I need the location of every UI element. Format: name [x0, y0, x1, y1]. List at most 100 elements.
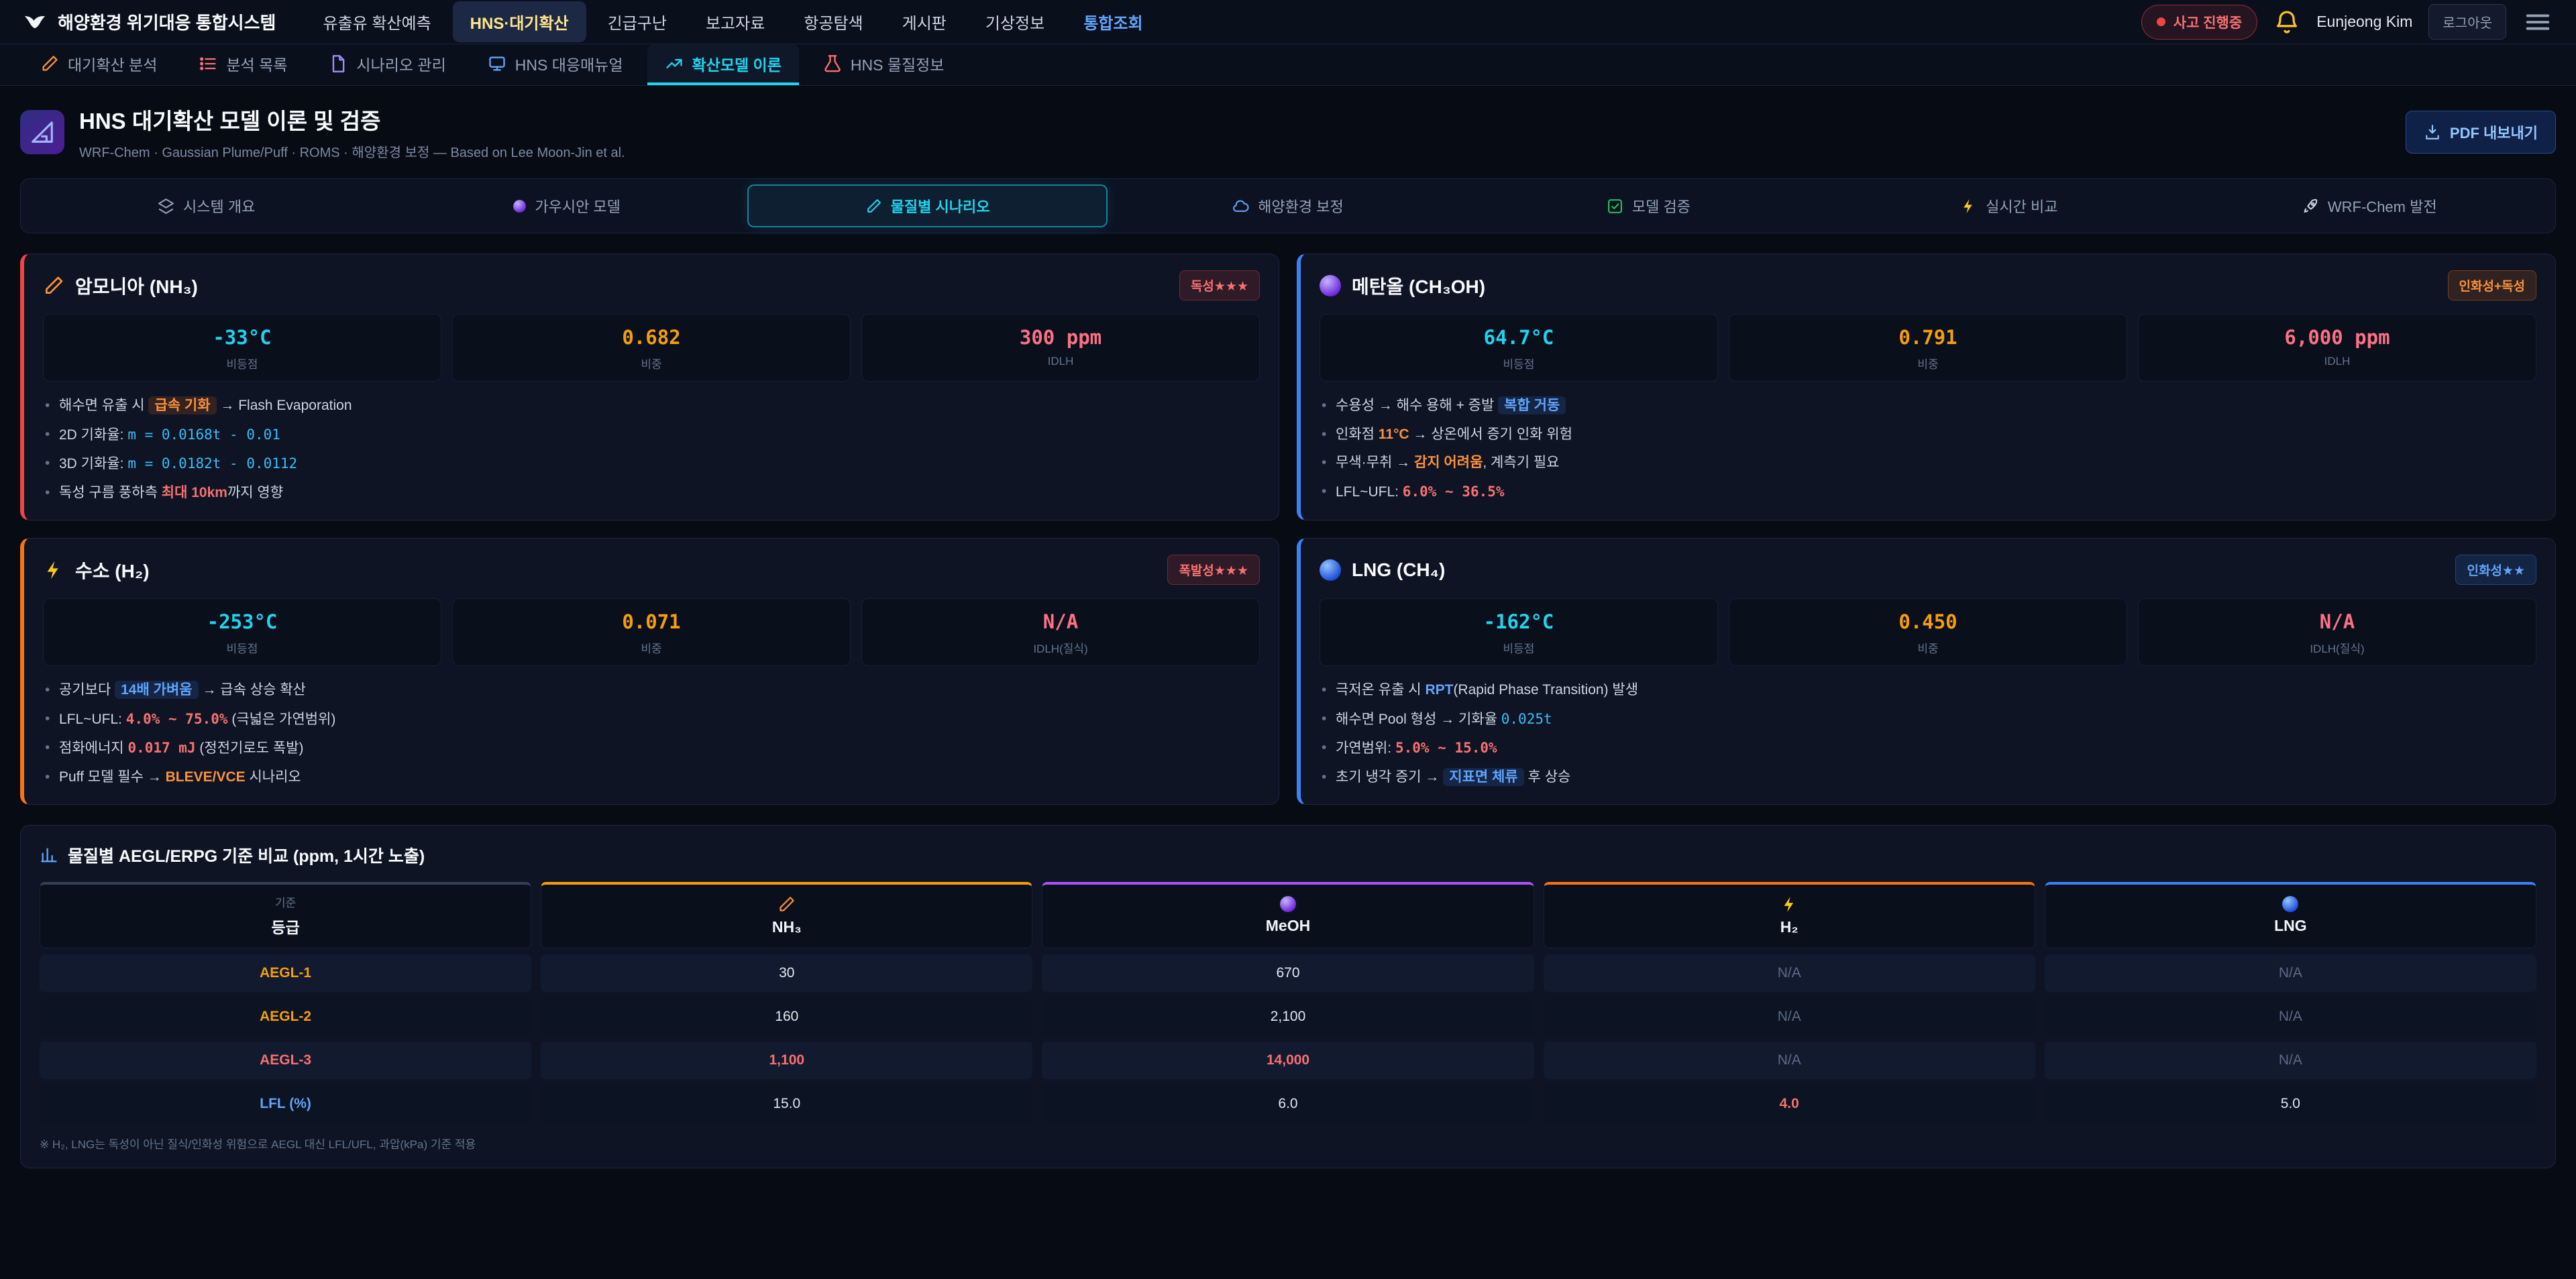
section-tab-gaussian-model[interactable]: 가우시안 모델	[386, 184, 747, 227]
stat-value: 0.450	[1736, 610, 2120, 633]
bullet-point: 극저온 유출 시 RPT(Rapid Phase Transition) 발생	[1320, 679, 2536, 702]
hazard-badge: 독성★★★	[1179, 270, 1260, 300]
table-footnote: ※ H₂, LNG는 독성이 아닌 질식/인화성 위험으로 AEGL 대신 LF…	[40, 1135, 2536, 1152]
brand[interactable]: 해양환경 위기대응 통합시스템	[23, 9, 276, 34]
column-header-criteria: 기준 등급	[40, 882, 531, 948]
stat-label: IDLH	[2145, 355, 2529, 368]
substance-title: LNG (CH₄)	[1352, 559, 1445, 581]
stat-boiling-point: 64.7°C 비등점	[1320, 314, 1718, 382]
cell-value: 160	[541, 998, 1032, 1036]
cell-value: 14,000	[1042, 1042, 1534, 1079]
column-header-h2: H₂	[1544, 882, 2035, 948]
table-row-aegl2: AEGL-2 160 2,100 N/A N/A	[40, 998, 2536, 1036]
wing-logo-icon	[23, 10, 47, 34]
stat-value: 300 ppm	[869, 326, 1252, 349]
tab-label: 확산모델 이론	[692, 52, 782, 75]
bullet-point: 독성 구름 풍하측 최대 10km까지 영향	[43, 482, 1260, 504]
main-content: HNS 대기확산 모델 이론 및 검증 WRF-Chem · Gaussian …	[0, 86, 2576, 1168]
incident-status-badge[interactable]: 사고 진행중	[2141, 5, 2257, 40]
tab-scenario-management[interactable]: 시나리오 관리	[311, 44, 463, 85]
menu-item-integrated-search[interactable]: 통합조회	[1066, 1, 1160, 42]
section-tab-label: 모델 검증	[1632, 195, 1690, 217]
section-tab-substance-scenarios[interactable]: 물질별 시나리오	[747, 184, 1108, 227]
bullet-point: 해수면 Pool 형성 → 기화율 0.025t	[1320, 708, 2536, 731]
column-header-meoh: MeOH	[1042, 882, 1534, 948]
row-label: AEGL-2	[40, 998, 531, 1036]
tab-hns-response-manual[interactable]: HNS 대응매뉴얼	[470, 44, 641, 85]
menu-item-reports[interactable]: 보고자료	[688, 1, 782, 42]
tab-hns-substance-info[interactable]: HNS 물질정보	[806, 44, 962, 85]
pdf-export-button[interactable]: PDF 내보내기	[2406, 111, 2556, 154]
stat-value: -253°C	[50, 610, 434, 633]
column-label: NH₃	[772, 918, 802, 936]
menu-item-weather[interactable]: 기상정보	[968, 1, 1062, 42]
menu-item-board[interactable]: 게시판	[885, 1, 964, 42]
purple-sphere-icon	[1280, 896, 1296, 912]
cell-value: N/A	[2045, 1042, 2536, 1079]
bullet-point: 인화점 11°C → 상온에서 증기 인화 위험	[1320, 424, 2536, 446]
top-navigation-bar: 해양환경 위기대응 통합시스템 유출유 확산예측 HNS·대기확산 긴급구난 보…	[0, 0, 2576, 44]
sub-navigation-tabs: 대기확산 분석 분석 목록 시나리오 관리 HNS 대응매뉴얼 확산모델 이론 …	[0, 44, 2576, 86]
stat-boiling-point: -162°C 비등점	[1320, 598, 1718, 666]
menu-item-oil-spill-prediction[interactable]: 유출유 확산예측	[305, 1, 448, 42]
tab-analysis-list[interactable]: 분석 목록	[181, 44, 305, 85]
menu-item-hns-atmospheric[interactable]: HNS·대기확산	[453, 1, 586, 42]
stat-label: IDLH(질식)	[2145, 639, 2529, 656]
cell-value: 1,100	[541, 1042, 1032, 1079]
hazard-badge: 인화성★★	[2455, 555, 2536, 585]
blue-sphere-icon	[2282, 896, 2298, 912]
cell-value: 5.0	[2045, 1085, 2536, 1123]
column-label: LNG	[2274, 917, 2307, 935]
row-label: AEGL-1	[40, 954, 531, 992]
monitor-icon	[488, 54, 506, 73]
hamburger-menu-icon[interactable]	[2522, 7, 2553, 38]
section-tab-system-overview[interactable]: 시스템 개요	[26, 184, 386, 227]
section-tab-wrf-chem[interactable]: WRF-Chem 발전	[2190, 184, 2550, 227]
bullet-point: Puff 모델 필수 → BLEVE/VCE 시나리오	[43, 767, 1260, 789]
cell-value: 670	[1042, 954, 1534, 992]
stat-value: -33°C	[50, 326, 434, 349]
triangle-ruler-icon	[20, 110, 64, 154]
stat-boiling-point: -253°C 비등점	[43, 598, 441, 666]
page-title: HNS 대기확산 모델 이론 및 검증	[79, 103, 625, 135]
bullet-point: LFL~UFL: 4.0% ~ 75.0% (극넓은 가연범위)	[43, 708, 1260, 731]
bullet-point: 2D 기화율: m = 0.0168t - 0.01	[43, 424, 1260, 447]
document-icon	[329, 54, 347, 73]
bullet-point: 3D 기화율: m = 0.0182t - 0.0112	[43, 453, 1260, 476]
substance-card-lng: LNG (CH₄) 인화성★★ -162°C 비등점 0.450 비중 N/A …	[1297, 538, 2556, 805]
cloud-icon	[1232, 198, 1249, 215]
section-tab-marine-correction[interactable]: 해양환경 보정	[1108, 184, 1468, 227]
purple-sphere-icon	[1320, 275, 1341, 296]
table-row-lfl: LFL (%) 15.0 6.0 4.0 5.0	[40, 1085, 2536, 1123]
stat-value: -162°C	[1327, 610, 1711, 633]
tab-label: 대기확산 분석	[68, 52, 157, 75]
tab-diffusion-analysis[interactable]: 대기확산 분석	[23, 44, 174, 85]
stat-boiling-point: -33°C 비등점	[43, 314, 441, 382]
logout-button[interactable]: 로그아웃	[2428, 4, 2506, 40]
substance-card-ammonia: 암모니아 (NH₃) 독성★★★ -33°C 비등점 0.682 비중 300 …	[20, 254, 1279, 520]
section-tab-realtime-comparison[interactable]: 실시간 비교	[1829, 184, 2189, 227]
rocket-icon	[2302, 198, 2319, 215]
menu-item-aerial-search[interactable]: 항공탐색	[786, 1, 880, 42]
stat-value: 0.071	[460, 610, 843, 633]
tab-label: 시나리오 관리	[356, 52, 445, 75]
stat-label: 비중	[460, 639, 843, 656]
pencil-icon	[777, 895, 796, 913]
substance-title: 암모니아 (NH₃)	[75, 272, 198, 299]
bullet-point: 공기보다 14배 가벼움 → 급속 상승 확산	[43, 679, 1260, 702]
main-menu: 유출유 확산예측 HNS·대기확산 긴급구난 보고자료 항공탐색 게시판 기상정…	[305, 1, 2111, 42]
tab-label: 분석 목록	[226, 52, 287, 75]
tab-label: HNS 물질정보	[851, 52, 945, 75]
section-tab-label: 물질별 시나리오	[891, 195, 990, 217]
notifications-bell-button[interactable]	[2273, 9, 2300, 36]
table-row-aegl3: AEGL-3 1,100 14,000 N/A N/A	[40, 1042, 2536, 1079]
stat-idlh: 6,000 ppm IDLH	[2138, 314, 2536, 382]
brand-title: 해양환경 위기대응 통합시스템	[58, 9, 276, 34]
lightning-icon	[1780, 895, 1799, 913]
stat-label: 비등점	[50, 355, 434, 372]
tab-diffusion-model-theory[interactable]: 확산모델 이론	[647, 44, 799, 85]
section-tab-model-validation[interactable]: 모델 검증	[1468, 184, 1829, 227]
stat-specific-gravity: 0.071 비중	[452, 598, 851, 666]
column-header-lng: LNG	[2045, 882, 2536, 948]
menu-item-emergency-rescue[interactable]: 긴급구난	[590, 1, 684, 42]
